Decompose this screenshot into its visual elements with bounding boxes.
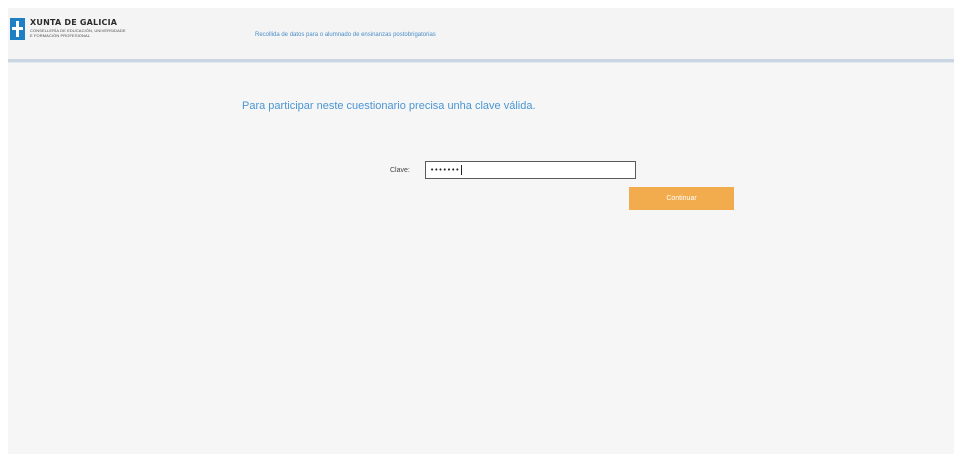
header-divider bbox=[8, 59, 954, 63]
password-required-message: Para participar neste cuestionario preci… bbox=[242, 100, 536, 112]
text-caret bbox=[460, 165, 462, 175]
clave-masked-value: ••••••• bbox=[430, 166, 460, 174]
xunta-logo[interactable]: XUNTA DE GALICIA CONSELLERÍA DE EDUCACIÓ… bbox=[10, 18, 126, 40]
logo-subtitle-line2: E FORMACIÓN PROFESIONAL bbox=[30, 33, 91, 38]
site-header: XUNTA DE GALICIA CONSELLERÍA DE EDUCACIÓ… bbox=[8, 8, 954, 59]
clave-label: Clave: bbox=[390, 167, 410, 174]
logo-title: XUNTA DE GALICIA bbox=[30, 18, 118, 27]
continue-button[interactable]: Continuar bbox=[629, 187, 734, 210]
page-frame: XUNTA DE GALICIA CONSELLERÍA DE EDUCACIÓ… bbox=[8, 8, 954, 454]
header-title-link[interactable]: Recollida de datos para o alumnado de en… bbox=[255, 32, 436, 38]
clave-password-input[interactable]: ••••••• bbox=[425, 161, 636, 179]
logo-text: XUNTA DE GALICIA CONSELLERÍA DE EDUCACIÓ… bbox=[30, 18, 126, 38]
galicia-emblem-icon bbox=[10, 18, 25, 40]
